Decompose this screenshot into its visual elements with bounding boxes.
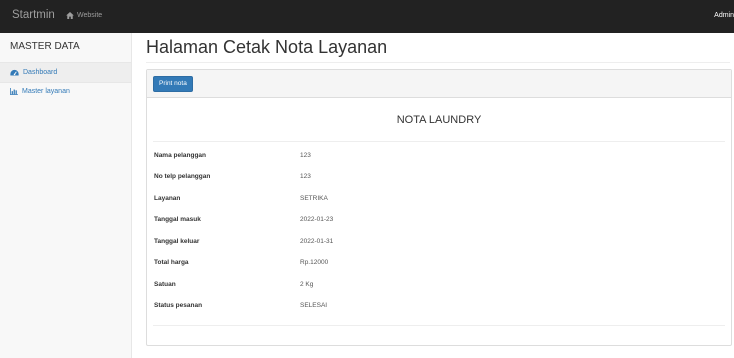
detail-value: Rp.12000 <box>300 259 329 266</box>
detail-row-tanggal-keluar: Tanggal keluar 2022-01-31 <box>147 238 731 252</box>
detail-row-total-harga: Total harga Rp.12000 <box>147 259 731 273</box>
detail-value: SELESAI <box>300 302 328 309</box>
admin-menu[interactable]: Admin <box>714 12 734 19</box>
detail-label: Total harga <box>154 259 189 266</box>
nota-title: NOTA LAUNDRY <box>396 114 482 126</box>
detail-label: Tanggal masuk <box>154 216 201 223</box>
detail-label: Tanggal keluar <box>154 238 200 245</box>
dashboard-icon <box>10 69 19 76</box>
detail-value: SETRIKA <box>300 195 328 202</box>
detail-value: 2022-01-23 <box>300 216 334 223</box>
detail-row-status-pesanan: Status pesanan SELESAI <box>147 302 731 316</box>
website-link[interactable]: Website <box>66 12 102 19</box>
detail-label: No telp pelanggan <box>154 173 211 180</box>
top-navbar: Startmin Website Admin <box>0 0 734 33</box>
detail-label: Nama pelanggan <box>154 152 207 159</box>
detail-row-satuan: Satuan 2 Kg <box>147 281 731 295</box>
detail-label: Layanan <box>154 195 181 202</box>
sidebar-heading: MASTER DATA <box>10 41 80 52</box>
detail-row-nama-pelanggan: Nama pelanggan 123 <box>147 152 731 166</box>
detail-row-no-telp: No telp pelanggan 123 <box>147 173 731 187</box>
sidebar: MASTER DATA Dashboard Master layanan <box>0 33 132 358</box>
detail-value: 123 <box>300 152 311 159</box>
sidebar-item-dashboard[interactable]: Dashboard <box>0 62 131 83</box>
page-title: Halaman Cetak Nota Layanan <box>146 37 388 57</box>
detail-label: Status pesanan <box>154 302 203 309</box>
sidebar-item-master-layanan[interactable]: Master layanan <box>0 81 131 102</box>
brand-link[interactable]: Startmin <box>12 9 55 21</box>
nota-divider-bottom <box>153 325 725 326</box>
sidebar-item-label: Master layanan <box>22 88 70 95</box>
detail-value: 123 <box>300 173 311 180</box>
website-link-label: Website <box>77 12 103 19</box>
nota-panel: Print nota NOTA LAUNDRY Nama pelanggan 1… <box>146 69 732 346</box>
detail-row-tanggal-masuk: Tanggal masuk 2022-01-23 <box>147 216 731 230</box>
detail-label: Satuan <box>154 281 176 288</box>
detail-value: 2022-01-31 <box>300 238 334 245</box>
title-divider <box>146 62 730 63</box>
detail-row-layanan: Layanan SETRIKA <box>147 195 731 209</box>
print-nota-button[interactable]: Print nota <box>153 76 193 92</box>
home-icon <box>66 12 74 19</box>
sidebar-item-label: Dashboard <box>23 69 58 76</box>
nota-divider-top <box>153 141 725 142</box>
detail-value: 2 Kg <box>300 281 314 288</box>
bar-chart-icon <box>10 88 18 95</box>
panel-heading: Print nota <box>147 70 731 98</box>
